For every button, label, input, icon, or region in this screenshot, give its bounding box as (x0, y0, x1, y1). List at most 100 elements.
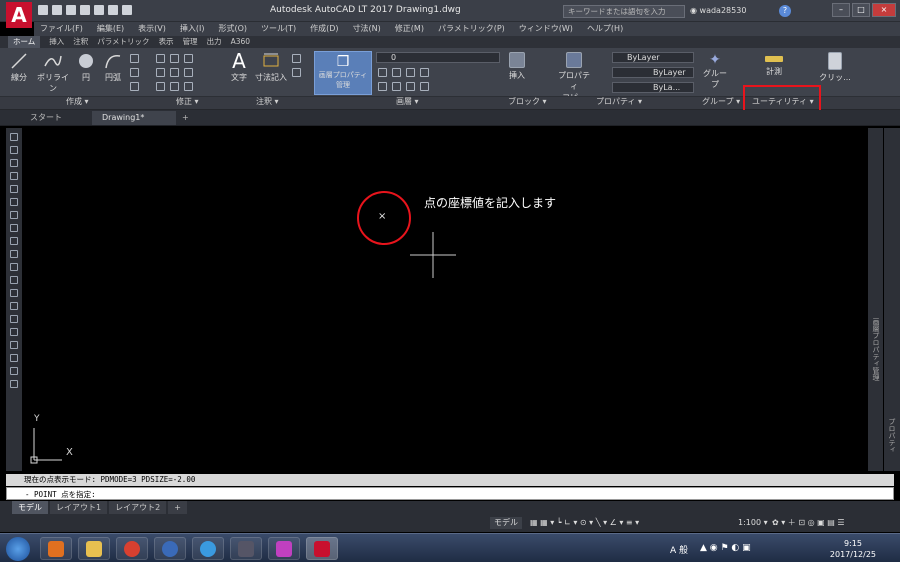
fillet-icon[interactable] (184, 68, 193, 77)
redo-icon[interactable] (122, 5, 132, 15)
tab-view[interactable]: 表示 (159, 36, 174, 48)
model-space-button[interactable]: モデル (490, 517, 522, 529)
taskbar-autocad[interactable] (306, 537, 338, 560)
layer-tool-2-icon[interactable] (392, 68, 401, 77)
tool-icon-17[interactable] (10, 341, 18, 349)
panel-draw[interactable]: 作成 ▾ (66, 96, 89, 108)
leader-icon[interactable] (292, 54, 301, 63)
menu-tools[interactable]: ツール(T) (261, 22, 296, 36)
color-dropdown[interactable]: ByLayer (612, 52, 694, 63)
trim-icon[interactable] (184, 54, 193, 63)
copy-icon[interactable] (156, 68, 165, 77)
tool-icon-1[interactable] (10, 133, 18, 141)
tool-icon-3[interactable] (10, 159, 18, 167)
taskbar-hpb[interactable] (230, 537, 262, 560)
menu-help[interactable]: ヘルプ(H) (587, 22, 623, 36)
tool-icon-19[interactable] (10, 367, 18, 375)
move-icon[interactable] (156, 54, 165, 63)
ime-indicator[interactable]: A 般 (670, 543, 688, 556)
layer-tool-7-icon[interactable] (406, 82, 415, 91)
panel-groups[interactable]: グループ ▾ (702, 96, 740, 108)
tool-icon-20[interactable] (10, 380, 18, 388)
layout-tab-2[interactable]: レイアウト2 (109, 501, 167, 514)
scale-icon[interactable] (170, 82, 179, 91)
layer-tool-4-icon[interactable] (420, 68, 429, 77)
menu-insert[interactable]: 挿入(I) (180, 22, 205, 36)
taskbar-chrome[interactable] (116, 537, 148, 560)
tab-annotate[interactable]: 注釈 (73, 36, 88, 48)
tab-home[interactable]: ホーム (8, 36, 41, 48)
boundary-icon[interactable] (130, 82, 139, 91)
undo-icon[interactable] (108, 5, 118, 15)
panel-properties[interactable]: プロパティ ▾ (596, 96, 642, 108)
taskbar-media-player[interactable] (40, 537, 72, 560)
user-account[interactable]: ◉ wada28530 ? (690, 5, 791, 17)
tool-icon-16[interactable] (10, 328, 18, 336)
text-button[interactable]: A 文字 (228, 50, 250, 83)
tool-icon-6[interactable] (10, 198, 18, 206)
new-icon[interactable] (38, 5, 48, 15)
tool-icon-18[interactable] (10, 354, 18, 362)
layout-tab-1[interactable]: レイアウト1 (50, 501, 108, 514)
panel-modify[interactable]: 修正 ▾ (176, 96, 199, 108)
tool-icon-11[interactable] (10, 263, 18, 271)
layer-tool-1-icon[interactable] (378, 68, 387, 77)
menu-window[interactable]: ウィンドウ(W) (519, 22, 573, 36)
system-tray-icons[interactable]: ▲ ◉ ⚑ ◐ ▣ (700, 543, 751, 553)
tab-drawing1[interactable]: Drawing1* × (92, 111, 176, 136)
layer-dropdown[interactable]: 0 (376, 52, 500, 63)
close-button[interactable]: × (872, 3, 896, 17)
taskbar-clock[interactable]: 9:15 2017/12/25 (830, 538, 876, 560)
panel-annotation[interactable]: 注釈 ▾ (256, 96, 279, 108)
panel-layers[interactable]: 画層 ▾ (396, 96, 419, 108)
tab-a360[interactable]: A360 (231, 36, 250, 48)
grid-icon[interactable]: ▦ ▦ ▾ ┕ ∟ ▾ ⊙ ▾ ╲ ▾ ∠ ▾ ≡ ▾ (530, 517, 639, 529)
dimension-button[interactable]: 寸法記入 (254, 52, 288, 83)
layer-tool-5-icon[interactable] (378, 82, 387, 91)
command-input[interactable]: - POINT 点を指定: (6, 487, 894, 500)
menu-dimension[interactable]: 寸法(N) (353, 22, 381, 36)
tool-icon-8[interactable] (10, 224, 18, 232)
maximize-button[interactable]: □ (852, 3, 870, 17)
menu-edit[interactable]: 編集(E) (97, 22, 124, 36)
arc-button[interactable]: 円弧 (102, 52, 124, 83)
menu-format[interactable]: 形式(O) (218, 22, 247, 36)
insert-block-button[interactable]: 挿入 (506, 52, 528, 81)
panel-block[interactable]: ブロック ▾ (508, 96, 547, 108)
open-icon[interactable] (52, 5, 62, 15)
tab-manage[interactable]: 管理 (183, 36, 198, 48)
print-icon[interactable] (94, 5, 104, 15)
workspace-icons[interactable]: ✿ ▾ ＋ ⊡ ◎ ▣ ▤ ☰ (772, 517, 845, 529)
annotation-scale[interactable]: 1:100 ▾ (738, 517, 768, 529)
line-button[interactable]: 線分 (8, 52, 30, 83)
linetype-dropdown[interactable]: ByLayer (612, 67, 694, 78)
tool-icon-5[interactable] (10, 185, 18, 193)
layout-tab-model[interactable]: モデル (12, 501, 48, 514)
stretch-icon[interactable] (156, 82, 165, 91)
array-icon[interactable] (184, 82, 193, 91)
rotate-icon[interactable] (170, 54, 179, 63)
tab-output[interactable]: 出力 (207, 36, 222, 48)
save-as-icon[interactable] (80, 5, 90, 15)
search-input[interactable]: キーワードまたは語句を入力 (563, 5, 685, 18)
tool-icon-12[interactable] (10, 276, 18, 284)
tool-icon-4[interactable] (10, 172, 18, 180)
help-button[interactable]: ? (778, 5, 791, 17)
tool-icon-14[interactable] (10, 302, 18, 310)
lineweight-dropdown[interactable]: ByLa... (612, 82, 694, 93)
tab-insert[interactable]: 挿入 (49, 36, 64, 48)
hatch-icon[interactable] (130, 68, 139, 77)
drawing-canvas[interactable]: × 点の座標値を記入します X Y (24, 128, 868, 471)
application-menu-button[interactable]: A (6, 2, 32, 28)
start-button[interactable] (6, 537, 30, 561)
layer-tool-6-icon[interactable] (392, 82, 401, 91)
save-icon[interactable] (66, 5, 76, 15)
tool-icon-2[interactable] (10, 146, 18, 154)
menu-file[interactable]: ファイル(F) (40, 22, 83, 36)
layer-tool-8-icon[interactable] (420, 82, 429, 91)
menu-view[interactable]: 表示(V) (138, 22, 166, 36)
table-icon[interactable] (292, 68, 301, 77)
taskbar-ie[interactable] (192, 537, 224, 560)
layer-properties-palette[interactable]: 画層プロパティ管理 (868, 128, 883, 471)
menu-modify[interactable]: 修正(M) (395, 22, 424, 36)
